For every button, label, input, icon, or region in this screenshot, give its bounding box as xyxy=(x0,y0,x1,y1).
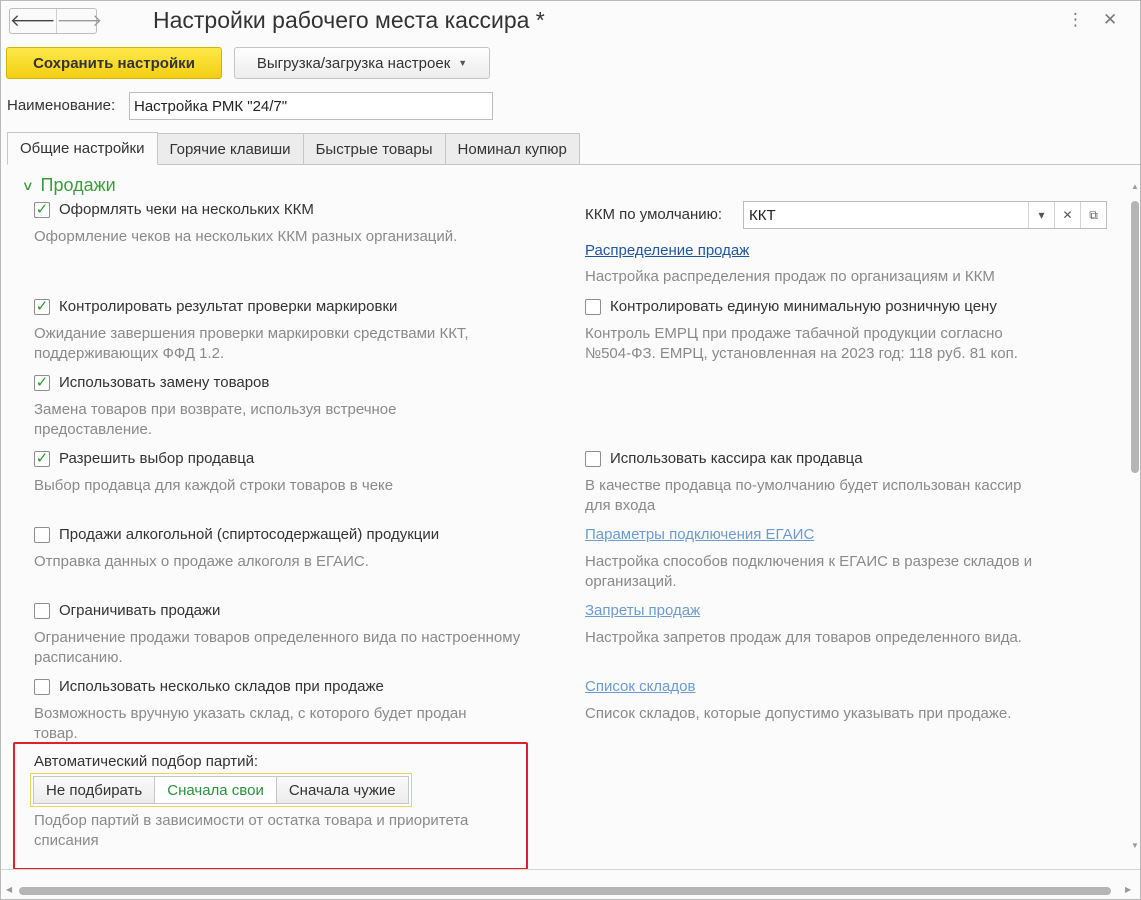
checkbox-cashier-as-seller[interactable]: Использовать кассира как продавца xyxy=(585,450,863,467)
default-kkm-field[interactable]: ККТ ▾ ✕ ⧉ xyxy=(743,201,1107,229)
sales-bans-link[interactable]: Запреты продаж xyxy=(585,602,700,619)
navigation-buttons: 🡐 🡒 xyxy=(9,8,102,34)
tab-general-settings[interactable]: Общие настройки xyxy=(7,132,158,165)
settings-window: 🡐 🡒 Настройки рабочего места кассира * ⋮… xyxy=(0,0,1141,900)
checkbox-label: Использовать кассира как продавца xyxy=(610,450,863,467)
default-kkm-label: ККМ по умолчанию: xyxy=(585,206,723,223)
tab-hotkeys[interactable]: Горячие клавиши xyxy=(157,133,304,165)
scroll-left-icon[interactable]: ◀ xyxy=(6,885,12,894)
name-label: Наименование: xyxy=(7,97,116,114)
scroll-right-icon[interactable]: ▶ xyxy=(1125,885,1131,894)
forward-icon[interactable]: 🡒 xyxy=(55,9,102,33)
warehouse-list-link[interactable]: Список складов xyxy=(585,678,695,695)
chevron-down-icon: ▼ xyxy=(458,58,468,68)
close-icon[interactable]: ✕ xyxy=(1103,10,1117,30)
egais-connection-link[interactable]: Параметры подключения ЕГАИС xyxy=(585,526,814,543)
checkmark-icon[interactable]: ✓ xyxy=(34,450,50,467)
checkbox-box[interactable] xyxy=(585,298,601,315)
tab-divider xyxy=(7,164,1140,165)
tab-quick-items[interactable]: Быстрые товары xyxy=(303,133,446,165)
description-text: Настройка способов подключения к ЕГАИС в… xyxy=(585,553,1033,590)
default-kkm-value[interactable]: ККТ xyxy=(744,202,1028,228)
export-import-label: Выгрузка/загрузка настроек xyxy=(256,54,451,72)
checkbox-seller-choice[interactable]: ✓ Разрешить выбор продавца xyxy=(34,450,254,467)
checkbox-box[interactable] xyxy=(34,602,50,619)
checkbox-marking-check[interactable]: ✓ Контролировать результат проверки марк… xyxy=(34,298,397,315)
highlight-frame xyxy=(13,742,528,870)
description-text: Оформление чеков на нескольких ККМ разны… xyxy=(34,228,458,245)
checkbox-box[interactable] xyxy=(34,526,50,543)
description-text: Ограничение продажи товаров определенног… xyxy=(34,629,521,666)
more-menu-icon[interactable]: ⋮ xyxy=(1067,10,1084,30)
checkbox-alcohol-sales[interactable]: Продажи алкогольной (спиртосодержащей) п… xyxy=(34,526,439,543)
checkbox-label: Контролировать результат проверки маркир… xyxy=(59,298,398,315)
checkbox-multi-warehouse[interactable]: Использовать несколько складов при прода… xyxy=(34,678,384,695)
save-settings-button[interactable]: Сохранить настройки xyxy=(6,47,222,79)
chevron-down-icon: ∨ xyxy=(21,177,34,193)
window-title: Настройки рабочего места кассира * xyxy=(153,7,545,33)
checkbox-label: Контролировать единую минимальную рознич… xyxy=(610,298,997,315)
scroll-down-icon[interactable]: ▼ xyxy=(1131,841,1139,850)
checkbox-label: Оформлять чеки на нескольких ККМ xyxy=(59,201,314,218)
description-text: Отправка данных о продаже алкоголя в ЕГА… xyxy=(34,553,369,570)
description-text: Выбор продавца для каждой строки товаров… xyxy=(34,477,394,494)
scroll-up-icon[interactable]: ▲ xyxy=(1131,182,1139,191)
checkbox-item-replacement[interactable]: ✓ Использовать замену товаров xyxy=(34,374,269,391)
dropdown-icon[interactable]: ▾ xyxy=(1028,202,1054,228)
checkbox-restrict-sales[interactable]: Ограничивать продажи xyxy=(34,602,220,619)
description-text: В качестве продавца по-умолчанию будет и… xyxy=(585,477,1022,514)
vertical-scrollbar-thumb[interactable] xyxy=(1131,201,1139,473)
checkbox-box[interactable] xyxy=(585,450,601,467)
open-icon[interactable]: ⧉ xyxy=(1080,202,1106,228)
description-text: Настройка запретов продаж для товаров оп… xyxy=(585,629,1022,646)
description-text: Возможность вручную указать склад, с кот… xyxy=(34,705,467,742)
checkbox-label: Продажи алкогольной (спиртосодержащей) п… xyxy=(59,526,440,543)
description-text: Настройка распределения продаж по органи… xyxy=(585,268,995,285)
bottom-divider xyxy=(1,869,1140,870)
checkbox-multi-kkm[interactable]: ✓ Оформлять чеки на нескольких ККМ xyxy=(34,201,314,218)
checkbox-min-retail-price[interactable]: Контролировать единую минимальную рознич… xyxy=(585,298,997,315)
description-text: Замена товаров при возврате, используя в… xyxy=(34,401,397,438)
checkmark-icon[interactable]: ✓ xyxy=(34,201,50,218)
clear-icon[interactable]: ✕ xyxy=(1054,202,1080,228)
horizontal-scrollbar-thumb[interactable] xyxy=(19,887,1111,895)
export-import-settings-button[interactable]: Выгрузка/загрузка настроек ▼ xyxy=(234,47,490,79)
sales-distribution-link[interactable]: Распределение продаж xyxy=(585,242,749,259)
name-input[interactable] xyxy=(129,92,493,120)
description-text: Ожидание завершения проверки маркировки … xyxy=(34,325,469,362)
checkbox-label: Использовать замену товаров xyxy=(59,374,270,391)
checkmark-icon[interactable]: ✓ xyxy=(34,298,50,315)
tab-banknote-denominations[interactable]: Номинал купюр xyxy=(445,133,580,165)
section-sales-header[interactable]: ∨ Продажи xyxy=(21,175,116,196)
checkbox-label: Ограничивать продажи xyxy=(59,602,221,619)
description-text: Список складов, которые допустимо указыв… xyxy=(585,705,1012,722)
checkbox-box[interactable] xyxy=(34,678,50,695)
description-text: Контроль ЕМРЦ при продаже табачной проду… xyxy=(585,325,1018,362)
checkbox-label: Использовать несколько складов при прода… xyxy=(59,678,384,695)
section-title: Продажи xyxy=(40,175,116,195)
back-icon[interactable]: 🡐 xyxy=(10,9,56,33)
checkbox-label: Разрешить выбор продавца xyxy=(59,450,255,467)
checkmark-icon[interactable]: ✓ xyxy=(34,374,50,391)
tab-bar: Общие настройки Горячие клавиши Быстрые … xyxy=(7,132,580,165)
